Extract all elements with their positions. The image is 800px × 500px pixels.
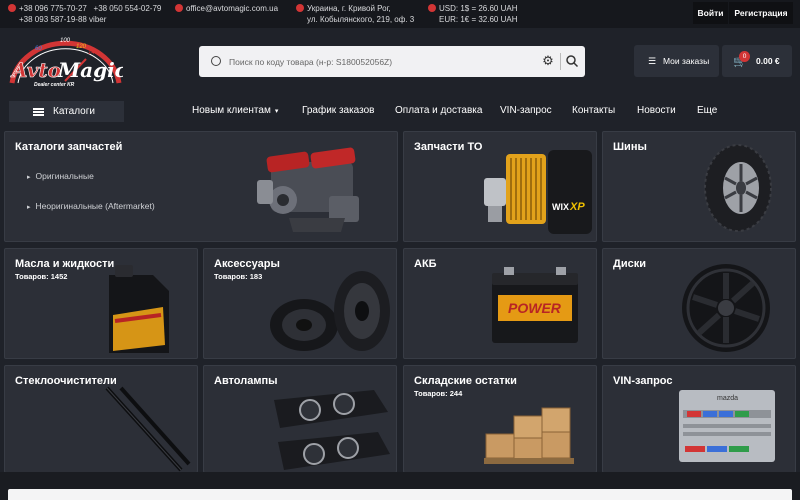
vin-plate-image: mazda xyxy=(679,390,775,462)
engine-image xyxy=(257,147,359,232)
list-icon: ☰ xyxy=(648,55,657,66)
link-aftermarket-parts[interactable]: Неоригинальные (Aftermarket) xyxy=(27,201,155,211)
map-pin-icon xyxy=(296,4,304,12)
search-bar: ⚙ xyxy=(199,46,585,77)
filter-model-text: XP xyxy=(569,201,585,213)
battery-label-text: POWER xyxy=(508,300,562,316)
nav-payment-delivery[interactable]: Оплата и доставка xyxy=(395,105,482,116)
search-icon[interactable] xyxy=(565,54,579,68)
cart-count-badge: 0 xyxy=(739,51,750,62)
top-bar: +38 096 775-70-27 +38 050 554-02-79 +38 … xyxy=(0,0,800,28)
chevron-down-icon: ▾ xyxy=(274,108,279,115)
money-icon xyxy=(428,4,436,12)
tile-oils-fluids-title: Масла и жидкости xyxy=(15,258,115,270)
nav-contacts[interactable]: Контакты xyxy=(572,105,615,116)
link-original-parts[interactable]: Оригинальные xyxy=(27,171,94,181)
nav-new-clients-label: Новым клиентам xyxy=(192,105,271,116)
tile-oils-fluids-count: Товаров: 1452 xyxy=(15,272,68,281)
tile-car-lamps-title: Автолампы xyxy=(214,375,278,387)
tile-car-lamps[interactable]: Автолампы xyxy=(203,365,397,473)
logo[interactable]: 60 100 120 140 Avto Magic Dealer center … xyxy=(8,33,127,89)
tile-wipers[interactable]: Стеклоочистители xyxy=(4,365,198,473)
phones-block: +38 096 775-70-27 +38 050 554-02-79 +38 … xyxy=(8,3,161,25)
tile-maintenance-parts-title: Запчасти ТО xyxy=(414,141,483,153)
tile-parts-catalogs[interactable]: Каталоги запчастей Оригинальные Неоригин… xyxy=(4,131,398,242)
logo-text-magic: Magic xyxy=(57,58,123,82)
filter-brand-text: WIX xyxy=(552,202,569,212)
address-line-2: ул. Кобылянского, 219, оф. 3 xyxy=(307,15,415,24)
logo-graphic: 60 100 120 140 Avto Magic Dealer center … xyxy=(9,38,127,88)
tile-oils-fluids[interactable]: Масла и жидкости Товаров: 1452 xyxy=(4,248,198,359)
tile-tires-title: Шины xyxy=(613,141,647,153)
history-icon[interactable] xyxy=(211,56,221,66)
tile-warehouse-stock[interactable]: Складские остатки Товаров: 244 xyxy=(403,365,597,473)
email-block: office@avtomagic.com.ua xyxy=(175,3,278,14)
nav-vin-request[interactable]: VIN-запрос xyxy=(500,105,552,116)
mail-icon xyxy=(175,4,183,12)
headlights-image xyxy=(274,390,390,470)
cart-button[interactable]: 🛒 0 0.00 € xyxy=(722,45,792,77)
catalogs-menu-button[interactable]: Каталоги xyxy=(9,101,124,122)
logo-tagline: Dealer center KR xyxy=(34,82,75,88)
logo-scale-3: 120 xyxy=(76,44,87,50)
gear-icon[interactable]: ⚙ xyxy=(541,54,555,68)
phone-1[interactable]: +38 096 775-70-27 xyxy=(19,4,87,13)
logo-scale-2: 100 xyxy=(60,38,71,44)
nav-news[interactable]: Новости xyxy=(637,105,676,116)
search-divider xyxy=(560,53,561,70)
my-orders-button[interactable]: ☰ Мои заказы xyxy=(634,45,719,77)
logo-scale-4: 140 xyxy=(88,50,99,56)
tile-warehouse-stock-count: Товаров: 244 xyxy=(414,389,463,398)
phone-icon xyxy=(8,4,16,12)
phone-3[interactable]: +38 093 587-19-88 viber xyxy=(19,15,106,24)
tile-wheels-title: Диски xyxy=(613,258,646,270)
nav-order-schedule[interactable]: График заказов xyxy=(302,105,374,116)
search-input[interactable] xyxy=(229,46,519,77)
wheel-rim-image xyxy=(682,264,770,352)
email-link[interactable]: office@avtomagic.com.ua xyxy=(186,4,278,13)
hamburger-icon xyxy=(33,108,44,116)
nav-new-clients[interactable]: Новым клиентам ▾ xyxy=(192,105,278,116)
rates-block: USD: 1$ = 26.60 UAH EUR: 1€ = 32.60 UAH xyxy=(428,3,517,25)
phone-2[interactable]: +38 050 554-02-79 xyxy=(94,4,162,13)
tile-tires[interactable]: Шины xyxy=(602,131,796,242)
tile-warehouse-stock-title: Складские остатки xyxy=(414,375,517,387)
rate-usd: USD: 1$ = 26.60 UAH xyxy=(439,4,518,13)
address-line-1: Украина, г. Кривой Рог, xyxy=(307,4,391,13)
oil-canister-image xyxy=(109,265,169,353)
tire-image xyxy=(704,144,772,232)
rate-eur: EUR: 1€ = 32.60 UAH xyxy=(439,15,518,24)
register-button[interactable]: Регистрация xyxy=(729,2,793,24)
tile-batteries-title: АКБ xyxy=(414,258,437,270)
tile-batteries[interactable]: АКБ POWER xyxy=(403,248,597,359)
cart-total: 0.00 € xyxy=(756,56,780,66)
my-orders-label: Мои заказы xyxy=(663,56,710,66)
speakers-image xyxy=(270,271,390,351)
tile-vin-request[interactable]: VIN-запрос mazda xyxy=(602,365,796,473)
wiper-blades-image xyxy=(105,386,191,472)
vin-plate-brand: mazda xyxy=(717,395,738,402)
filters-image: WIX XP xyxy=(484,150,592,234)
tile-accessories-count: Товаров: 183 xyxy=(214,272,263,281)
tile-accessories[interactable]: Аксессуары Товаров: 183 xyxy=(203,248,397,359)
battery-image: POWER xyxy=(492,267,578,343)
catalogs-menu-label: Каталоги xyxy=(53,106,95,117)
nav-more[interactable]: Еще xyxy=(697,105,717,116)
tile-vin-request-title: VIN-запрос xyxy=(613,375,673,387)
tile-maintenance-parts[interactable]: Запчасти ТО WIX XP xyxy=(403,131,597,242)
logo-text-avto: Avto xyxy=(10,58,61,82)
login-button[interactable]: Войти xyxy=(693,2,728,24)
tile-wheels[interactable]: Диски xyxy=(602,248,796,359)
tile-parts-catalogs-title: Каталоги запчастей xyxy=(15,141,123,153)
logo-scale-1: 60 xyxy=(35,46,42,52)
address-block: Украина, г. Кривой Рог, ул. Кобылянского… xyxy=(296,3,414,25)
content-panel-bottom xyxy=(8,489,792,500)
boxes-image xyxy=(484,407,574,464)
